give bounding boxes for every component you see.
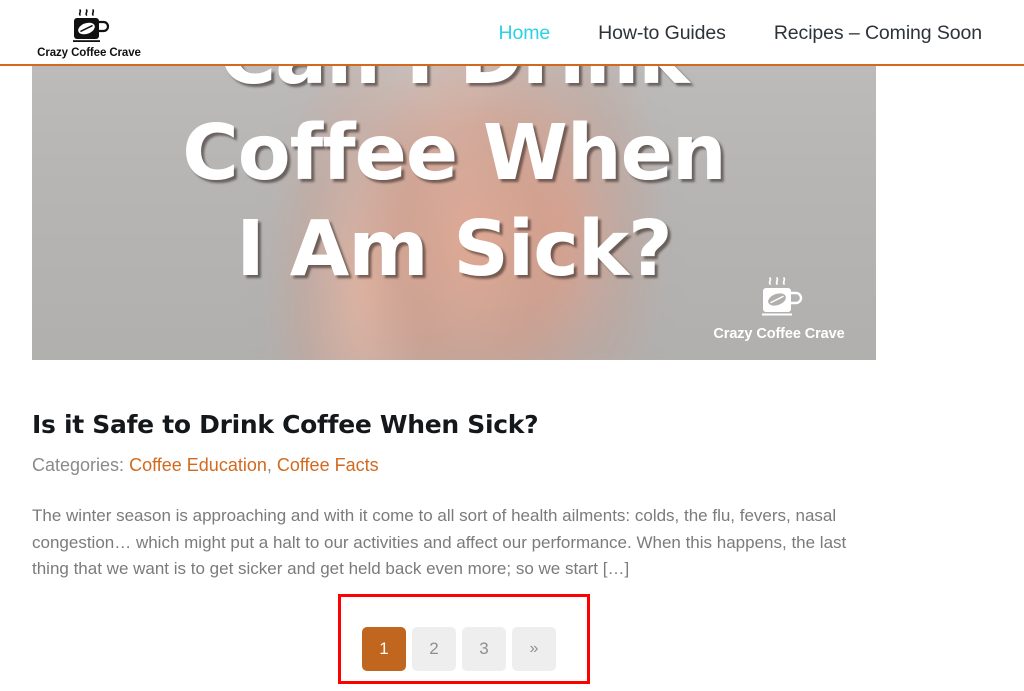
pagination-next-button[interactable]: »: [512, 627, 556, 671]
categories-label: Categories:: [32, 455, 125, 475]
site-logo[interactable]: Crazy Coffee Crave: [30, 2, 148, 62]
post-excerpt: The winter season is approaching and wit…: [32, 506, 847, 578]
category-link-coffee-education[interactable]: Coffee Education: [129, 455, 267, 475]
post-title[interactable]: Is it Safe to Drink Coffee When Sick?: [32, 408, 882, 442]
hero-watermark-text: Crazy Coffee Crave: [713, 326, 845, 342]
pagination: 1 2 3 »: [362, 627, 556, 671]
hero-watermark: Crazy Coffee Crave: [704, 272, 854, 342]
coffee-mug-icon: [748, 272, 810, 324]
pagination-page-2[interactable]: 2: [412, 627, 456, 671]
post-title-link[interactable]: Is it Safe to Drink Coffee When Sick?: [32, 410, 539, 439]
category-separator: ,: [266, 455, 277, 475]
hero-overlay-title: Can I Drink Coffee When I Am Sick?: [182, 66, 726, 294]
post-categories: Categories: Coffee Education, Coffee Fac…: [32, 452, 882, 478]
post-summary: Is it Safe to Drink Coffee When Sick? Ca…: [32, 408, 882, 583]
nav-item-how-to-guides[interactable]: How-to Guides: [574, 0, 750, 66]
site-logo-text: Crazy Coffee Crave: [37, 46, 141, 59]
category-link-coffee-facts[interactable]: Coffee Facts: [277, 455, 379, 475]
pagination-page-1[interactable]: 1: [362, 627, 406, 671]
hero-featured-image[interactable]: Can I Drink Coffee When I Am Sick? Crazy: [32, 66, 876, 360]
site-header: Crazy Coffee Crave Home How-to Guides Re…: [0, 0, 1024, 66]
coffee-mug-icon: [63, 6, 115, 46]
nav-item-recipes[interactable]: Recipes – Coming Soon: [750, 0, 1006, 66]
page-root: Crazy Coffee Crave Home How-to Guides Re…: [0, 0, 1024, 691]
main-navigation: Home How-to Guides Recipes – Coming Soon: [475, 0, 1006, 66]
pagination-page-3[interactable]: 3: [462, 627, 506, 671]
nav-item-home[interactable]: Home: [475, 0, 575, 66]
